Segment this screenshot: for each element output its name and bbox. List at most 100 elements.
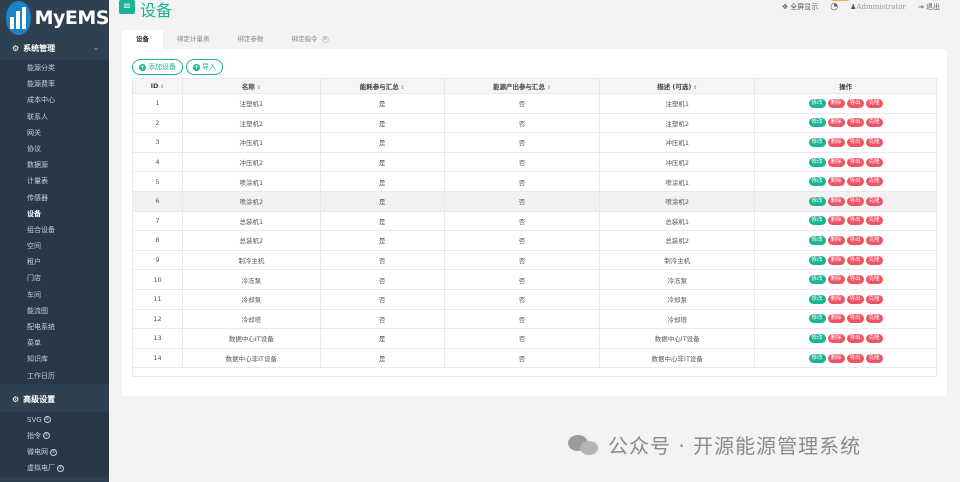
sidebar-item[interactable]: 联系人 — [0, 109, 109, 125]
delete-button[interactable]: 删除 — [827, 157, 845, 167]
delete-button[interactable]: 删除 — [827, 177, 845, 187]
clone-button[interactable]: 克隆 — [865, 314, 883, 324]
clone-button[interactable]: 克隆 — [865, 333, 883, 343]
sidebar-item[interactable]: 计量表 — [0, 173, 109, 189]
export-button[interactable]: 导出 — [846, 216, 864, 226]
delete-button[interactable]: 删除 — [827, 98, 845, 108]
sidebar-item[interactable]: 门店 — [0, 270, 109, 286]
menu-toggle-icon[interactable]: ≡ — [119, 0, 135, 14]
tab-bind-parameters[interactable]: 绑定参数 — [224, 30, 278, 49]
export-button[interactable]: 导出 — [846, 137, 864, 147]
delete-button[interactable]: 删除 — [827, 196, 845, 206]
sidebar-item[interactable]: 租户 — [0, 254, 109, 270]
export-button[interactable]: 导出 — [846, 353, 864, 363]
delete-button[interactable]: 删除 — [827, 216, 845, 226]
sidebar-item[interactable]: 菜单 — [0, 335, 109, 351]
sidebar-item[interactable]: 车间 — [0, 287, 109, 303]
column-header[interactable]: 描述 (可选) ⇕ — [599, 78, 756, 94]
import-button[interactable]: + 导入 — [186, 59, 223, 75]
edit-button[interactable]: 修改 — [808, 137, 826, 147]
sidebar-item[interactable]: 组合设备 — [0, 222, 109, 238]
sidebar-item[interactable]: 成本中心 — [0, 92, 109, 108]
delete-button[interactable]: 删除 — [827, 235, 845, 245]
delete-button[interactable]: 删除 — [827, 314, 845, 324]
export-button[interactable]: 导出 — [846, 196, 864, 206]
sidebar-item[interactable]: 虚拟电厂 ② — [0, 460, 109, 476]
export-button[interactable]: 导出 — [846, 255, 864, 265]
clone-button[interactable]: 克隆 — [865, 177, 883, 187]
edit-button[interactable]: 修改 — [808, 333, 826, 343]
edit-button[interactable]: 修改 — [808, 98, 826, 108]
edit-button[interactable]: 修改 — [808, 294, 826, 304]
sidebar-item[interactable]: 空间 — [0, 238, 109, 254]
sidebar-item[interactable]: 工作日历 — [0, 368, 109, 384]
clone-button[interactable]: 克隆 — [865, 137, 883, 147]
user-menu[interactable]: ♟Administrator — [850, 3, 906, 11]
clone-button[interactable]: 克隆 — [865, 353, 883, 363]
sidebar-section-advanced[interactable]: ⚙ 高级设置 — [0, 388, 109, 412]
export-button[interactable]: 导出 — [846, 157, 864, 167]
export-button[interactable]: 导出 — [846, 235, 864, 245]
column-header[interactable]: 名称 ⇕ — [181, 78, 321, 94]
clone-button[interactable]: 克隆 — [865, 216, 883, 226]
fullscreen-button[interactable]: ✥ 全屏显示 — [782, 2, 818, 12]
sidebar-section-system[interactable]: ⚙ 系统管理 ⌄ — [0, 36, 109, 60]
tab-bind-meters[interactable]: 绑定计量表 — [163, 30, 224, 49]
export-button[interactable]: 导出 — [846, 314, 864, 324]
export-button[interactable]: 导出 — [846, 294, 864, 304]
sidebar-item[interactable]: 能源分类 — [0, 60, 109, 76]
table-cell: 数据中心非IT设备 — [181, 347, 321, 369]
edit-button[interactable]: 修改 — [808, 216, 826, 226]
clone-button[interactable]: 克隆 — [865, 275, 883, 285]
tab-equipment[interactable]: 设备 — [122, 30, 163, 49]
clone-button[interactable]: 克隆 — [865, 98, 883, 108]
notification-button[interactable]: ◔43863 — [830, 0, 850, 12]
edit-button[interactable]: 修改 — [808, 255, 826, 265]
delete-button[interactable]: 删除 — [827, 275, 845, 285]
delete-button[interactable]: 删除 — [827, 118, 845, 128]
delete-button[interactable]: 删除 — [827, 255, 845, 265]
export-button[interactable]: 导出 — [846, 177, 864, 187]
delete-button[interactable]: 删除 — [827, 294, 845, 304]
sidebar-item[interactable]: 设备 — [0, 206, 109, 222]
sidebar-item[interactable]: SVG ② — [0, 412, 109, 428]
clone-button[interactable]: 克隆 — [865, 294, 883, 304]
edit-button[interactable]: 修改 — [808, 314, 826, 324]
clone-button[interactable]: 克隆 — [865, 255, 883, 265]
logout-button[interactable]: ⇥ 退出 — [918, 2, 940, 12]
export-button[interactable]: 导出 — [846, 118, 864, 128]
edit-button[interactable]: 修改 — [808, 353, 826, 363]
sidebar-item[interactable]: 微电网 ② — [0, 444, 109, 460]
clone-button[interactable]: 克隆 — [865, 157, 883, 167]
sidebar-item[interactable]: 能源费率 — [0, 76, 109, 92]
export-button[interactable]: 导出 — [846, 98, 864, 108]
edit-button[interactable]: 修改 — [808, 118, 826, 128]
sidebar-item[interactable]: 网关 — [0, 125, 109, 141]
clone-button[interactable]: 克隆 — [865, 196, 883, 206]
edit-button[interactable]: 修改 — [808, 157, 826, 167]
edit-button[interactable]: 修改 — [808, 275, 826, 285]
sidebar-item[interactable]: 能流图 — [0, 303, 109, 319]
sidebar-item[interactable]: 配电系统 — [0, 319, 109, 335]
tab-bind-commands[interactable]: 绑定指令 ② — [278, 30, 343, 49]
export-button[interactable]: 导出 — [846, 333, 864, 343]
sidebar-item[interactable]: 传感器 — [0, 190, 109, 206]
clone-button[interactable]: 克隆 — [865, 235, 883, 245]
sidebar-item[interactable]: 数据源 — [0, 157, 109, 173]
edit-button[interactable]: 修改 — [808, 196, 826, 206]
delete-button[interactable]: 删除 — [827, 353, 845, 363]
edit-button[interactable]: 修改 — [808, 235, 826, 245]
delete-button[interactable]: 删除 — [827, 137, 845, 147]
clone-button[interactable]: 克隆 — [865, 118, 883, 128]
sidebar-item[interactable]: 协议 — [0, 141, 109, 157]
delete-button[interactable]: 删除 — [827, 333, 845, 343]
column-header[interactable]: ID ⇕ — [132, 78, 183, 94]
sidebar-item[interactable]: 指令 ② — [0, 428, 109, 444]
column-header[interactable]: 能耗参与汇总 ⇕ — [319, 78, 445, 94]
add-equipment-button[interactable]: + 添加设备 — [132, 59, 183, 75]
brand-logo[interactable]: MyEMS — [0, 0, 110, 36]
column-header[interactable]: 能源产出参与汇总 ⇕ — [443, 78, 601, 94]
export-button[interactable]: 导出 — [846, 275, 864, 285]
sidebar-item[interactable]: 知识库 — [0, 351, 109, 367]
edit-button[interactable]: 修改 — [808, 177, 826, 187]
